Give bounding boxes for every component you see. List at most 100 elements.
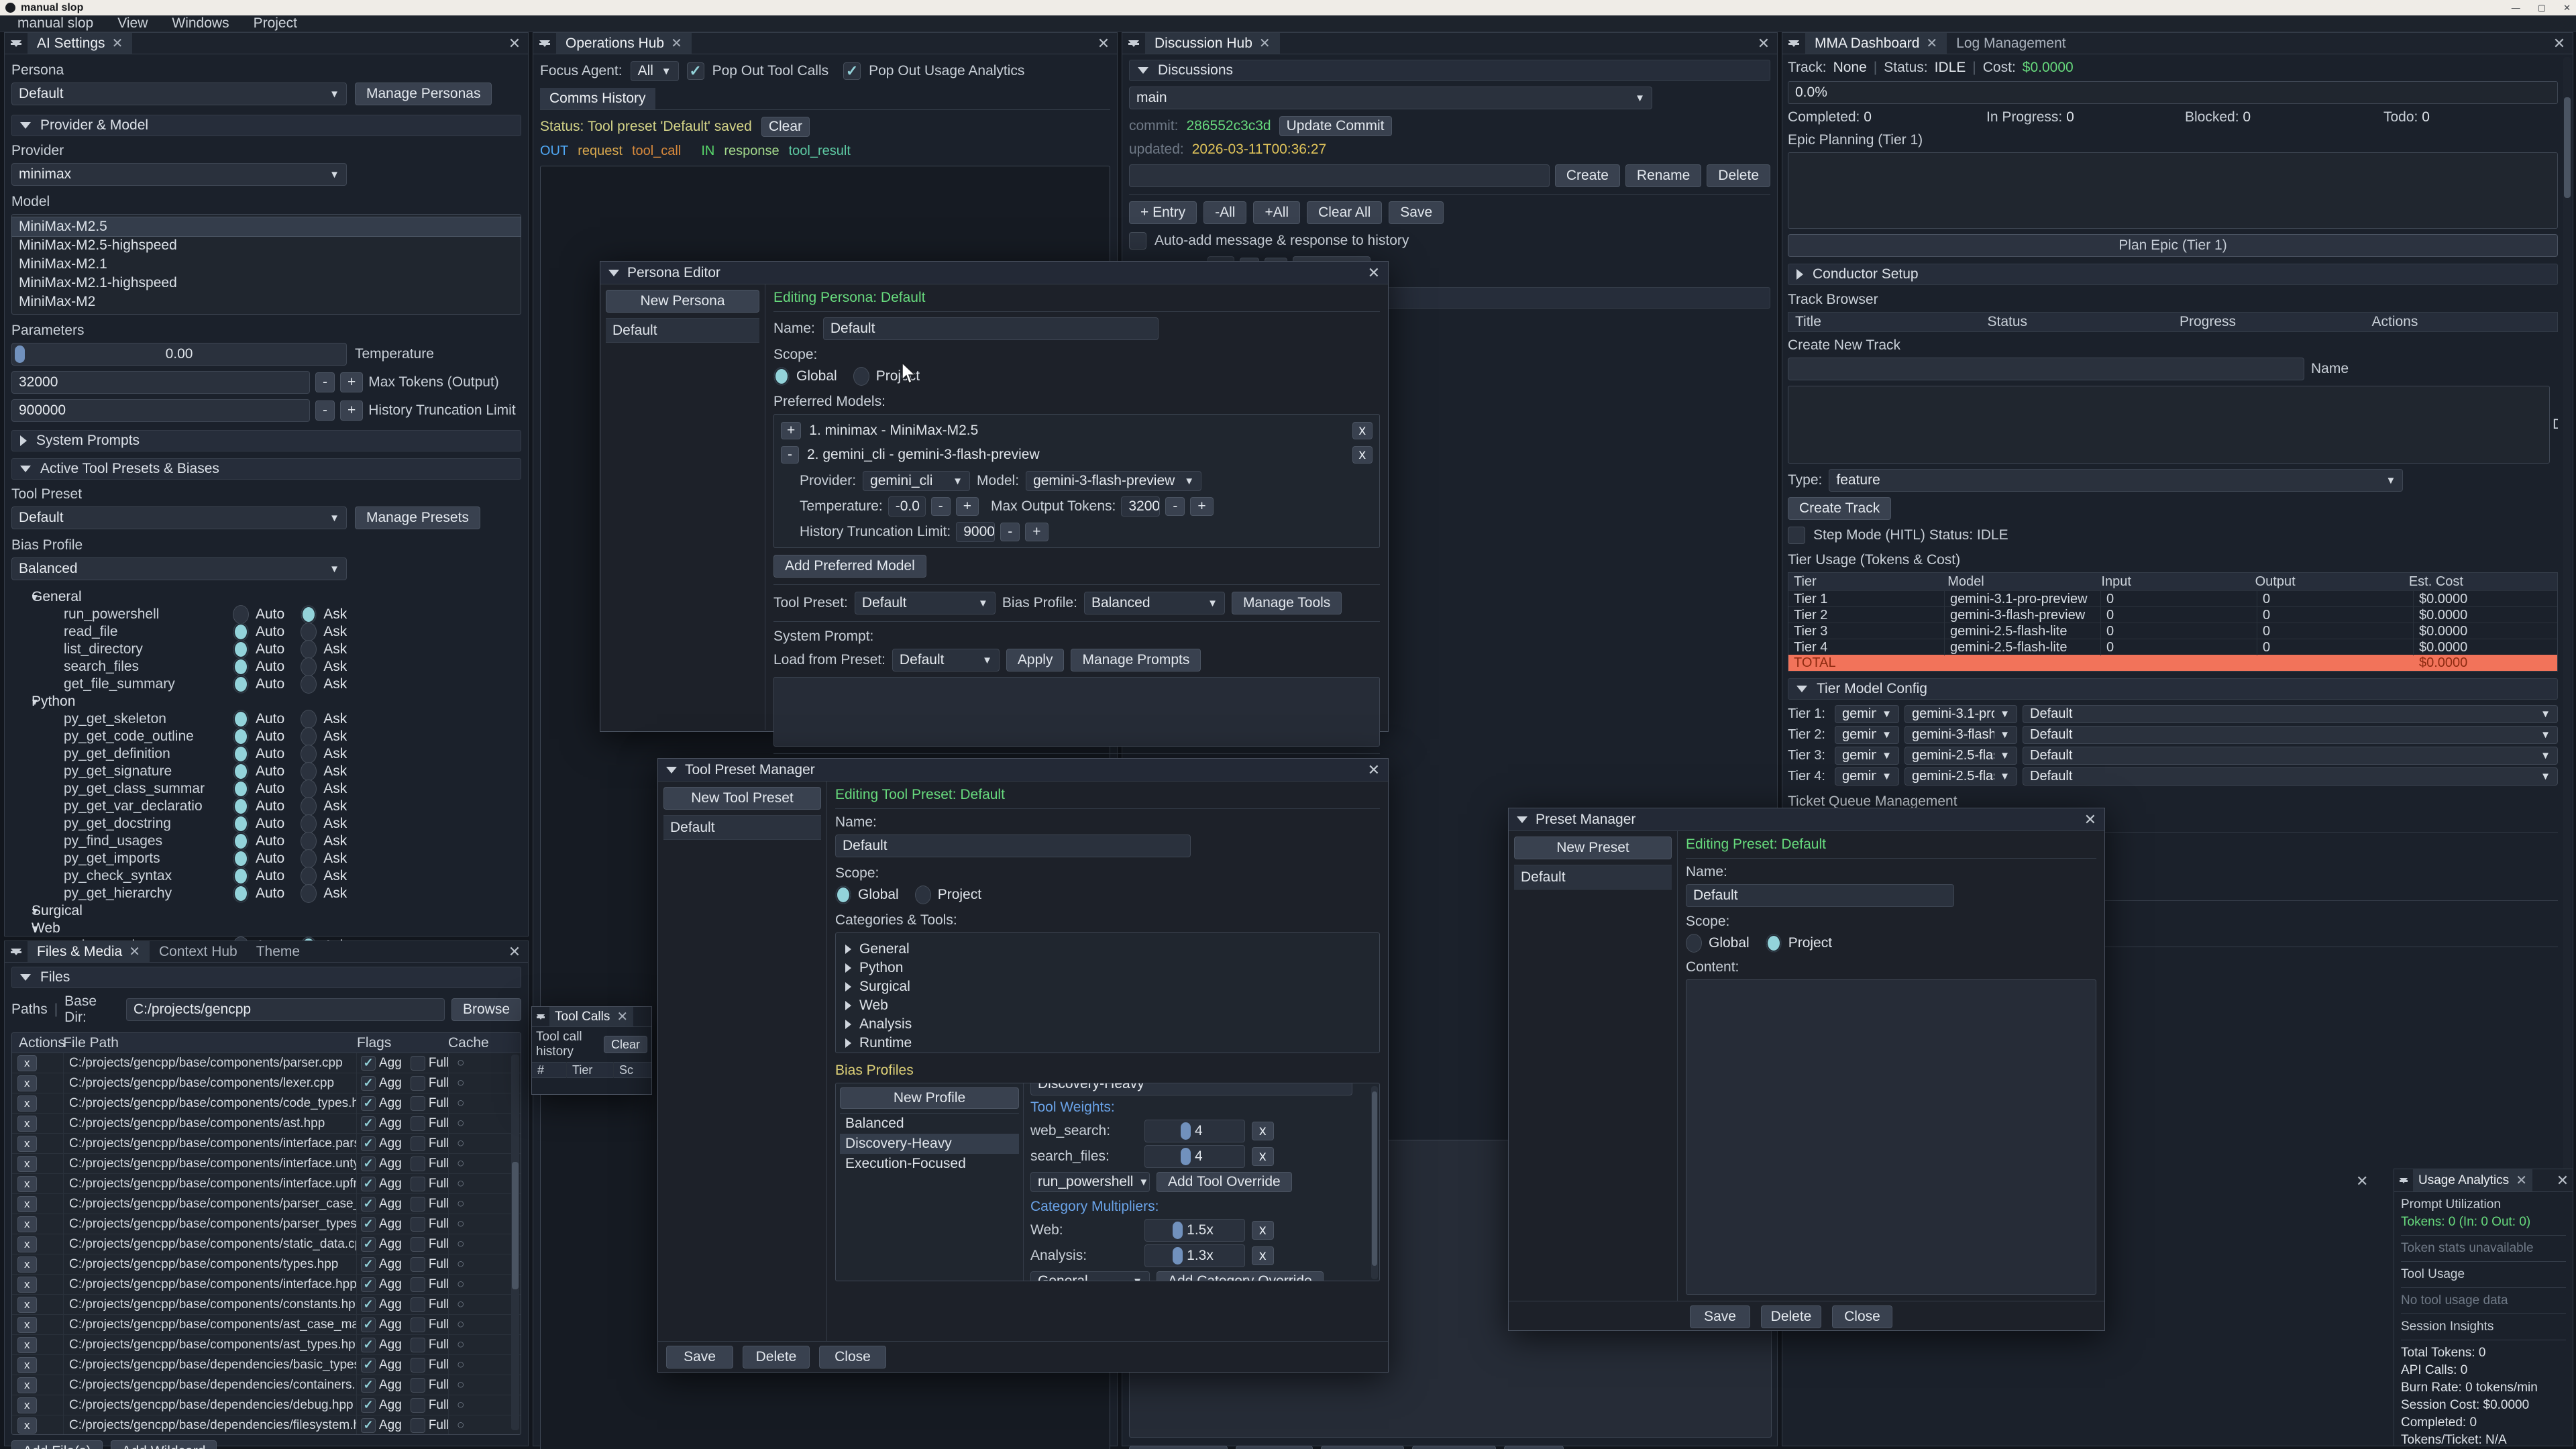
model-list-item[interactable]: MiniMax-M2 [12,292,521,311]
reset-button[interactable]: Reset [1504,1446,1564,1449]
ask-radio[interactable] [301,849,317,868]
weight-slider[interactable]: 4 [1144,1120,1245,1142]
detached-window-close-icon[interactable]: ✕ [2356,1173,2368,1190]
tier-model-select[interactable]: gemini-3.1-pro-p▼ [1904,705,2017,723]
hist-plus-button[interactable]: + [1025,523,1048,541]
full-checkbox[interactable] [411,1358,425,1373]
remove-multiplier-button[interactable]: x [1252,1246,1274,1265]
ask-radio[interactable] [301,797,317,816]
save-preset-button[interactable]: Save [1690,1305,1750,1328]
plan-epic-button[interactable]: Plan Epic (Tier 1) [1788,234,2558,257]
menu-item[interactable]: manual slop [7,15,104,32]
save-discussion-button[interactable]: Save [1389,201,1444,224]
category-row[interactable]: General [845,940,1370,959]
tool-preset-select[interactable]: Default▼ [11,506,347,529]
clear-tool-calls-button[interactable]: Clear [604,1036,647,1053]
full-checkbox[interactable] [411,1116,425,1131]
tab-close-icon[interactable]: ✕ [2516,1172,2527,1189]
multiplier-slider[interactable]: 1.5x [1144,1219,1245,1242]
persona-list-item[interactable]: Default [606,319,759,343]
tab-close-icon[interactable]: ✕ [616,1008,628,1025]
remove-model-button[interactable]: x [1352,422,1373,439]
remove-file-button[interactable]: x [17,1116,37,1132]
add-preferred-model-button[interactable]: Add Preferred Model [773,555,926,578]
remove-file-button[interactable]: x [17,1176,37,1192]
clear-all-button[interactable]: Clear All [1307,201,1382,224]
ask-radio[interactable] [301,710,317,729]
agg-checkbox[interactable]: ✓ [361,1157,376,1171]
tpm-titlebar[interactable]: Tool Preset Manager ✕ [658,759,1388,782]
tab-ai-settings[interactable]: AI Settings✕ [28,33,132,54]
project-radio[interactable] [853,367,869,386]
auto-radio[interactable] [233,675,249,694]
new-track-description-textarea[interactable] [1788,386,2550,464]
collapse-panel-icon[interactable] [5,941,28,962]
full-checkbox[interactable] [411,1136,425,1151]
category-row[interactable]: Web [845,996,1370,1015]
agg-checkbox[interactable]: ✓ [361,1136,376,1151]
discussions-header[interactable]: Discussions [1129,60,1770,81]
full-checkbox[interactable] [411,1338,425,1352]
tab-discussion-hub[interactable]: Discussion Hub✕ [1145,33,1280,54]
category-caret-icon[interactable]: ▼ [11,696,32,707]
agg-checkbox[interactable]: ✓ [361,1418,376,1433]
collapse-panel-icon[interactable] [532,1007,549,1026]
full-checkbox[interactable] [411,1177,425,1191]
auto-radio[interactable] [233,657,249,676]
create-discussion-button[interactable]: Create [1555,164,1620,187]
remove-file-button[interactable]: x [17,1357,37,1373]
pop-usage-checkbox[interactable]: ✓ [843,62,861,80]
model-list-item[interactable]: MiniMax-M2.5 [12,217,521,236]
add-category-override-button[interactable]: Add Category Override [1157,1271,1324,1281]
project-radio[interactable] [1766,934,1782,953]
full-checkbox[interactable] [411,1237,425,1252]
auto-radio[interactable] [233,710,249,729]
ask-radio[interactable] [301,675,317,694]
bias-profile-list-item[interactable]: Balanced [840,1114,1019,1134]
tier-provider-select[interactable]: gemini▼ [1835,747,1899,765]
bias-profile-list-item[interactable]: Execution-Focused [840,1154,1019,1174]
new-persona-button[interactable]: New Persona [606,290,759,313]
auto-radio[interactable] [233,640,249,659]
full-checkbox[interactable] [411,1318,425,1332]
temp-plus-button[interactable]: + [956,497,979,516]
remove-file-button[interactable]: x [17,1297,37,1313]
weight-slider[interactable]: 4 [1144,1145,1245,1168]
auto-radio[interactable] [233,814,249,833]
ask-radio[interactable] [301,867,317,885]
clear-status-button[interactable]: Clear [761,117,810,137]
add-wildcard-button[interactable]: Add Wildcard [111,1440,217,1449]
move-down-button[interactable]: - [781,446,799,464]
pop-tool-calls-checkbox[interactable]: ✓ [687,62,704,80]
remove-file-button[interactable]: x [17,1377,37,1393]
auto-radio[interactable] [233,727,249,746]
model-list-item[interactable]: MiniMax-M2.1 [12,255,521,274]
provider-model-header[interactable]: Provider & Model [11,115,521,136]
to-history-button[interactable]: -> History [1412,1446,1495,1449]
ask-radio[interactable] [301,745,317,763]
tpm-name-input[interactable]: Default [835,835,1191,857]
auto-add-checkbox[interactable] [1129,232,1146,250]
manage-prompts-button[interactable]: Manage Prompts [1071,649,1201,672]
save-tool-preset-button[interactable]: Save [666,1346,733,1368]
agg-checkbox[interactable]: ✓ [361,1237,376,1252]
ask-radio[interactable] [301,605,317,624]
tab-close-icon[interactable]: ✕ [671,35,682,52]
maxout-minus-button[interactable]: - [1165,497,1185,516]
ask-radio[interactable] [301,762,317,781]
tab-comms-history[interactable]: Comms History [540,88,655,109]
remove-file-button[interactable]: x [17,1156,37,1172]
max-tokens-plus-button[interactable]: + [340,372,363,392]
manage-tools-button[interactable]: Manage Tools [1232,592,1342,614]
agg-checkbox[interactable]: ✓ [361,1318,376,1332]
files-scrollbar[interactable] [511,1055,519,1430]
panel-close-icon[interactable]: ✕ [1090,33,1117,54]
minimize-icon[interactable]: — [2512,3,2520,13]
content-textarea[interactable] [1686,979,2096,1295]
category-row[interactable]: Analysis [845,1015,1370,1034]
remove-file-button[interactable]: x [17,1136,37,1152]
focus-agent-select[interactable]: All▼ [631,61,679,81]
provider-select[interactable]: minimax▼ [11,163,347,186]
tier-model-select[interactable]: gemini-3-flash-p▼ [1904,726,2017,744]
full-checkbox[interactable] [411,1197,425,1212]
